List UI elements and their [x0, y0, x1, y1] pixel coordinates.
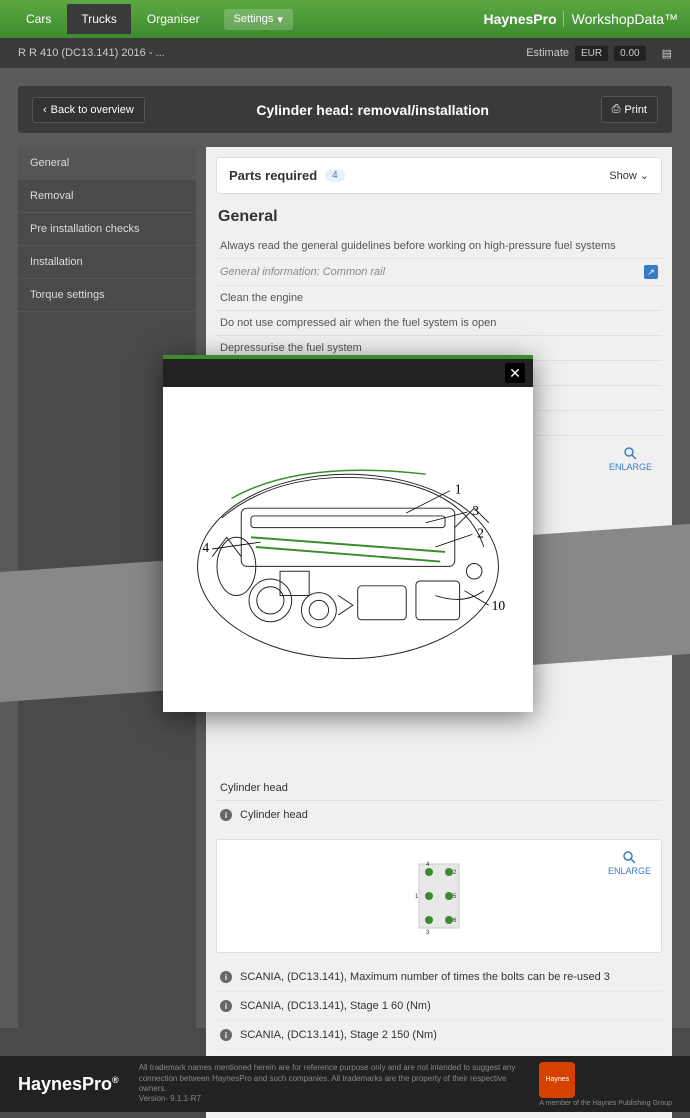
- chevron-down-icon: ▾: [277, 13, 283, 26]
- amount-badge: 0.00: [614, 46, 645, 61]
- info-icon: i: [220, 1029, 232, 1041]
- back-label: Back to overview: [51, 104, 134, 116]
- info-row: Clean the engine: [216, 286, 662, 311]
- torque-text: SCANIA, (DC13.141), Stage 1 60 (Nm): [240, 1000, 431, 1012]
- back-button[interactable]: ‹ Back to overview: [32, 97, 145, 123]
- svg-text:1: 1: [415, 894, 419, 900]
- nav-trucks[interactable]: Trucks: [67, 4, 131, 34]
- cylinder-head-diagram: ENLARGE 4 2 1 5 6 3: [216, 839, 662, 953]
- brand-main: HaynesPro: [484, 11, 557, 27]
- nav-cars[interactable]: Cars: [12, 4, 65, 34]
- print-icon: ⎙: [612, 103, 621, 116]
- vehicle-bar: R R 410 (DC13.141) 2016 - ... Estimate E…: [0, 38, 690, 68]
- info-row-text: General information: Common rail: [220, 266, 385, 278]
- torque-text: SCANIA, (DC13.141), Stage 2 150 (Nm): [240, 1029, 437, 1041]
- sidebar-item-removal[interactable]: Removal: [18, 180, 196, 213]
- parts-count: 4: [325, 169, 345, 182]
- enlarge-button[interactable]: ENLARGE: [609, 446, 652, 472]
- info-row: Depressurise the fuel system: [216, 336, 662, 361]
- print-button[interactable]: ⎙ Print: [601, 96, 658, 123]
- enlarge-button[interactable]: ENLARGE: [608, 850, 651, 876]
- parts-card: Parts required 4 Show ⌄: [216, 157, 662, 194]
- chevron-left-icon: ‹: [43, 104, 47, 116]
- parts-show-toggle[interactable]: Show ⌄: [609, 169, 649, 182]
- haynes-badge: Haynes: [539, 1062, 575, 1098]
- bolt-pattern-svg: 4 2 1 5 6 3: [409, 856, 469, 936]
- enlarge-label: ENLARGE: [608, 866, 651, 876]
- info-icon: i: [220, 1000, 232, 1012]
- magnify-icon: [623, 446, 637, 460]
- sidebar-item-torque[interactable]: Torque settings: [18, 279, 196, 312]
- footer: HaynesPro® All trademark names mentioned…: [0, 1056, 690, 1112]
- footer-logo: HaynesPro®: [18, 1074, 119, 1095]
- estimate-menu-icon[interactable]: ▤: [662, 47, 672, 60]
- chevron-down-icon: ⌄: [640, 169, 649, 182]
- enlarge-label: ENLARGE: [609, 462, 652, 472]
- show-label: Show: [609, 170, 637, 182]
- currency-badge: EUR: [575, 46, 608, 61]
- sidebar-item-pre-installation[interactable]: Pre installation checks: [18, 213, 196, 246]
- brand: HaynesPro WorkshopData™: [484, 11, 679, 27]
- info-icon: i: [220, 971, 232, 983]
- svg-text:3: 3: [426, 930, 430, 936]
- info-row: Use the special tool SDP3: [216, 361, 662, 386]
- parts-label: Parts required: [229, 168, 317, 183]
- settings-dropdown[interactable]: Settings ▾: [224, 9, 293, 30]
- sub-section-heading: Cylinder head: [216, 776, 662, 801]
- footer-disclaimer: All trademark names mentioned herein are…: [139, 1063, 520, 1105]
- page-header: ‹ Back to overview Cylinder head: remova…: [18, 86, 672, 133]
- info-row: Tilt the cab into repair position: [216, 386, 662, 411]
- info-row: Always read the general guidelines befor…: [216, 234, 662, 259]
- torque-row: i SCANIA, (DC13.141), Stage 2 150 (Nm): [216, 1021, 662, 1050]
- print-label: Print: [624, 104, 647, 116]
- nav-organiser[interactable]: Organiser: [133, 4, 214, 34]
- brand-sub: WorkshopData™: [563, 11, 678, 27]
- section-heading: General: [216, 208, 662, 226]
- info-row-link[interactable]: General information: Common rail ↗: [216, 259, 662, 286]
- torque-row: i SCANIA, (DC13.141), Maximum number of t…: [216, 963, 662, 992]
- magnify-icon: [622, 850, 636, 864]
- sub-item: i Cylinder head: [216, 801, 662, 829]
- external-link-icon: ↗: [644, 265, 658, 279]
- vehicle-name: R R 410 (DC13.141) 2016 - ...: [18, 47, 165, 59]
- page-title: Cylinder head: removal/installation: [145, 102, 601, 118]
- info-row: Do not use compressed air when the fuel …: [216, 311, 662, 336]
- sub-item-text: Cylinder head: [240, 809, 308, 821]
- settings-label: Settings: [234, 13, 274, 25]
- footer-member: A member of the Haynes Publishing Group: [539, 1100, 672, 1107]
- top-nav-bar: Cars Trucks Organiser Settings ▾ HaynesP…: [0, 0, 690, 38]
- sidebar-item-general[interactable]: General: [18, 147, 196, 180]
- torque-text: SCANIA, (DC13.141), Maximum number of ti…: [240, 971, 610, 983]
- info-icon: i: [220, 809, 232, 821]
- sidebar-item-installation[interactable]: Installation: [18, 246, 196, 279]
- estimate-label: Estimate: [526, 47, 569, 59]
- torque-row: i SCANIA, (DC13.141), Stage 1 60 (Nm): [216, 992, 662, 1021]
- info-row: Disconnect the battery earth cable: [216, 411, 662, 436]
